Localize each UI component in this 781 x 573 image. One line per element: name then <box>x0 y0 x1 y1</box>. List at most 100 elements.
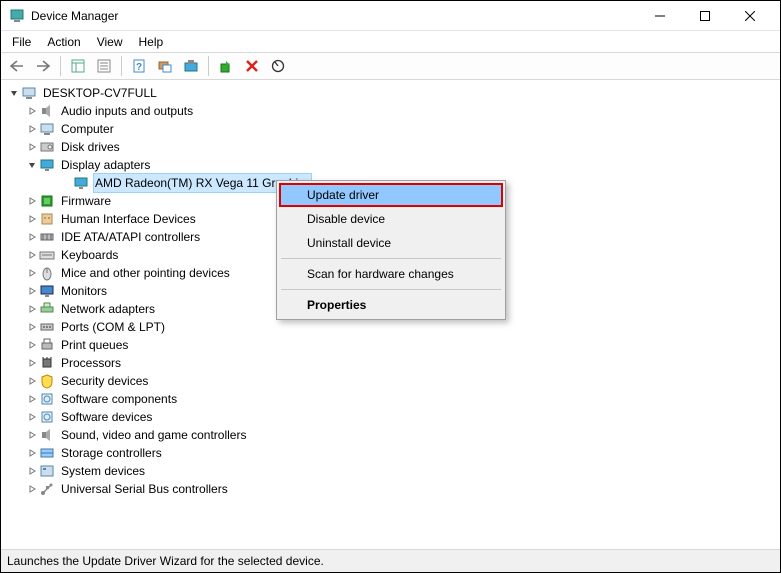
maximize-button[interactable] <box>682 1 727 31</box>
tree-category[interactable]: Ports (COM & LPT) <box>3 318 778 336</box>
tree-category[interactable]: Audio inputs and outputs <box>3 102 778 120</box>
back-button[interactable] <box>5 54 29 78</box>
context-properties[interactable]: Properties <box>279 293 503 317</box>
expand-icon[interactable] <box>25 467 39 475</box>
monitor-icon <box>39 283 55 299</box>
minimize-button[interactable] <box>637 1 682 31</box>
usb-icon <box>39 481 55 497</box>
tree-category[interactable]: Security devices <box>3 372 778 390</box>
expand-icon[interactable] <box>25 251 39 259</box>
expand-icon[interactable] <box>25 143 39 151</box>
category-label: Ports (COM & LPT) <box>59 318 167 336</box>
toolbar-separator <box>60 56 61 76</box>
tree-category[interactable]: Software components <box>3 390 778 408</box>
speaker-icon <box>39 427 55 443</box>
expand-icon[interactable] <box>25 107 39 115</box>
expand-icon[interactable] <box>25 431 39 439</box>
collapse-icon[interactable] <box>25 161 39 169</box>
category-label: System devices <box>59 462 147 480</box>
context-disable-device[interactable]: Disable device <box>279 207 503 231</box>
printer-icon <box>39 337 55 353</box>
enable-device-button[interactable] <box>214 54 238 78</box>
expand-icon[interactable] <box>25 359 39 367</box>
context-update-driver-label: Update driver <box>307 188 379 202</box>
expand-icon[interactable] <box>25 395 39 403</box>
tree-category[interactable]: Sound, video and game controllers <box>3 426 778 444</box>
disable-device-button[interactable] <box>266 54 290 78</box>
computer-icon <box>39 121 55 137</box>
expand-icon[interactable] <box>25 287 39 295</box>
help-button[interactable]: ? <box>127 54 151 78</box>
expand-icon[interactable] <box>25 485 39 493</box>
category-label: Display adapters <box>59 156 152 174</box>
statusbar-text: Launches the Update Driver Wizard for th… <box>7 554 324 568</box>
tree-category[interactable]: Print queues <box>3 336 778 354</box>
tree-category[interactable]: Storage controllers <box>3 444 778 462</box>
category-label: Computer <box>59 120 116 138</box>
expand-icon[interactable] <box>25 449 39 457</box>
toolbar-separator <box>208 56 209 76</box>
statusbar: Launches the Update Driver Wizard for th… <box>1 550 780 572</box>
properties-button[interactable] <box>92 54 116 78</box>
category-label: Storage controllers <box>59 444 164 462</box>
tree-category[interactable]: Software devices <box>3 408 778 426</box>
disk-icon <box>39 139 55 155</box>
menu-file[interactable]: File <box>5 33 38 51</box>
forward-button[interactable] <box>31 54 55 78</box>
expand-icon[interactable] <box>25 269 39 277</box>
tree-category[interactable]: Processors <box>3 354 778 372</box>
context-menu: Update driver Disable device Uninstall d… <box>276 180 506 320</box>
category-label: Print queues <box>59 336 130 354</box>
category-label: Network adapters <box>59 300 157 318</box>
category-label: IDE ATA/ATAPI controllers <box>59 228 202 246</box>
context-scan-hardware[interactable]: Scan for hardware changes <box>279 262 503 286</box>
show-hide-tree-button[interactable] <box>66 54 90 78</box>
toolbar: ? <box>1 52 780 80</box>
display-icon <box>73 175 89 191</box>
category-label: Audio inputs and outputs <box>59 102 195 120</box>
tree-category[interactable]: Display adapters <box>3 156 778 174</box>
tree-category[interactable]: System devices <box>3 462 778 480</box>
expand-icon[interactable] <box>25 197 39 205</box>
category-label: Software components <box>59 390 179 408</box>
category-label: Disk drives <box>59 138 122 156</box>
device-tree-area: DESKTOP-CV7FULL Audio inputs and outputs… <box>1 80 780 550</box>
tree-category[interactable]: Disk drives <box>3 138 778 156</box>
context-separator <box>281 258 501 259</box>
expand-icon[interactable] <box>25 215 39 223</box>
expand-icon[interactable] <box>25 125 39 133</box>
tree-root[interactable]: DESKTOP-CV7FULL <box>3 84 778 102</box>
expand-icon[interactable] <box>25 233 39 241</box>
expand-icon[interactable] <box>25 377 39 385</box>
tree-category[interactable]: Universal Serial Bus controllers <box>3 480 778 498</box>
menu-help[interactable]: Help <box>132 33 171 51</box>
collapse-icon[interactable] <box>7 89 21 97</box>
context-update-driver[interactable]: Update driver <box>279 183 503 207</box>
tree-category[interactable]: Computer <box>3 120 778 138</box>
context-uninstall-device[interactable]: Uninstall device <box>279 231 503 255</box>
mouse-icon <box>39 265 55 281</box>
expand-icon[interactable] <box>25 323 39 331</box>
uninstall-button[interactable] <box>240 54 264 78</box>
window-title: Device Manager <box>31 9 637 23</box>
computer-icon <box>21 85 37 101</box>
category-label: Software devices <box>59 408 154 426</box>
chip-icon <box>39 193 55 209</box>
port-icon <box>39 319 55 335</box>
titlebar: Device Manager <box>1 1 780 31</box>
expand-icon[interactable] <box>25 413 39 421</box>
close-button[interactable] <box>727 1 772 31</box>
root-label: DESKTOP-CV7FULL <box>41 84 159 102</box>
category-label: Universal Serial Bus controllers <box>59 480 230 498</box>
scan-hardware-button[interactable] <box>153 54 177 78</box>
context-scan-label: Scan for hardware changes <box>307 267 454 281</box>
menu-action[interactable]: Action <box>40 33 87 51</box>
context-disable-device-label: Disable device <box>307 212 385 226</box>
svg-text:?: ? <box>136 62 142 73</box>
category-label: Processors <box>59 354 123 372</box>
hid-icon <box>39 211 55 227</box>
expand-icon[interactable] <box>25 341 39 349</box>
expand-icon[interactable] <box>25 305 39 313</box>
menu-view[interactable]: View <box>90 33 130 51</box>
update-driver-button[interactable] <box>179 54 203 78</box>
